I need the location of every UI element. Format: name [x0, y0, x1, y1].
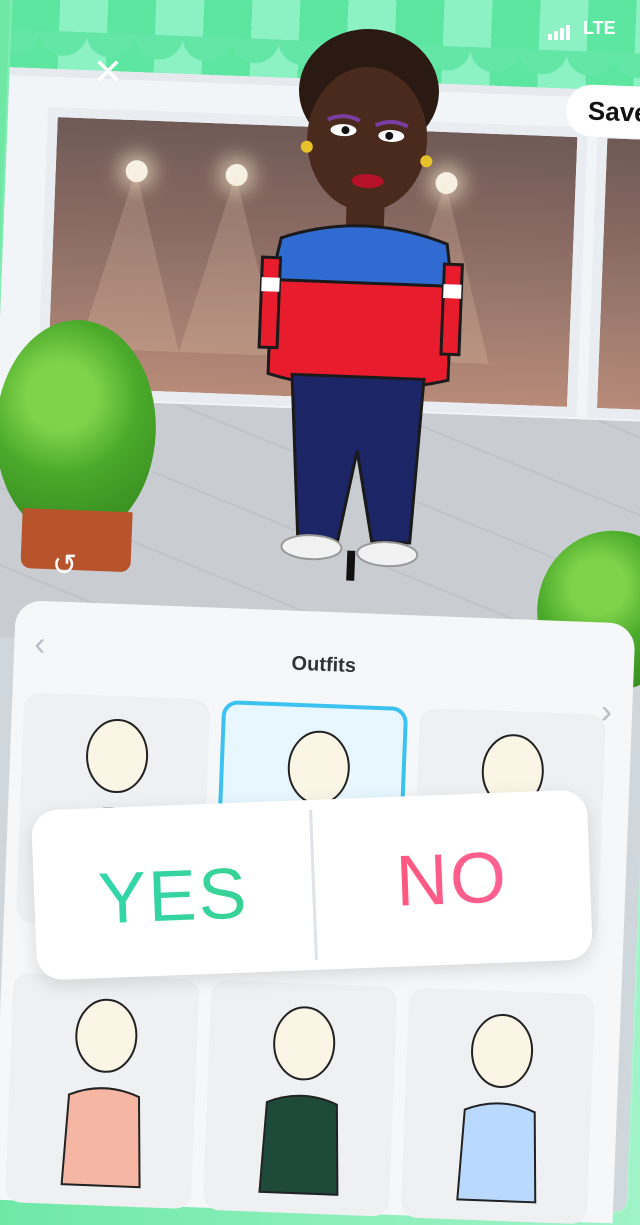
- shop-window: [586, 127, 640, 424]
- panel-title: Outfits: [291, 652, 357, 678]
- network-label: LTE: [583, 18, 616, 38]
- outfit-tile[interactable]: [202, 979, 398, 1217]
- outfit-tile[interactable]: [4, 972, 200, 1210]
- bitmoji-avatar: [257, 29, 464, 585]
- poll-sticker: YES NO: [30, 789, 594, 981]
- signal-icon: [548, 19, 572, 40]
- close-button[interactable]: ✕: [88, 52, 128, 92]
- outfit-figure: [456, 1013, 537, 1204]
- undo-icon[interactable]: ↺: [52, 548, 77, 583]
- status-bar: LTE: [548, 18, 616, 40]
- outfit-figure: [60, 998, 141, 1189]
- poll-no-button[interactable]: NO: [312, 833, 591, 926]
- poll-yes-button[interactable]: YES: [33, 850, 314, 943]
- outfit-tile[interactable]: [400, 987, 596, 1225]
- outfit-figure: [258, 1006, 339, 1196]
- save-button[interactable]: Save: [565, 83, 640, 141]
